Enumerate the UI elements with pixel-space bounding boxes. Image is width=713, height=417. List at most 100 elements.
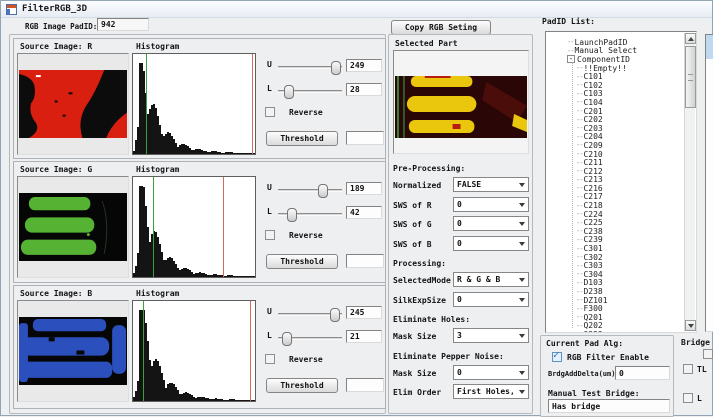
tree-item-label: Q222 <box>583 330 602 333</box>
tree-item[interactable]: -- C301 <box>546 244 680 253</box>
tree-item[interactable]: -- C224 <box>546 210 680 219</box>
upper-slider[interactable] <box>278 189 342 192</box>
rgb-filter-checkbox[interactable] <box>552 352 562 362</box>
upper-value-input[interactable]: 189 <box>346 182 382 195</box>
tree-branch-line: -- <box>576 296 582 304</box>
threshold-result-box[interactable] <box>346 254 384 268</box>
option-dropdown[interactable]: FALSE <box>453 177 529 192</box>
tree-item[interactable]: -- C218 <box>546 201 680 210</box>
tree-collapse-icon[interactable]: - <box>567 55 575 63</box>
tree-scrollbar[interactable] <box>684 33 695 331</box>
tree-item[interactable]: -- C204 <box>546 133 680 142</box>
tree-item[interactable]: -- D103 <box>546 279 680 288</box>
manual-bridge-input[interactable]: Has bridge <box>548 399 670 413</box>
threshold-result-box[interactable] <box>346 131 384 145</box>
option-row: SilkExpSize 0 <box>391 292 531 312</box>
threshold-button[interactable]: Threshold <box>266 254 338 269</box>
lower-value-input[interactable]: 28 <box>346 83 382 96</box>
tree-item[interactable]: -- C101 <box>546 72 680 81</box>
reverse-checkbox[interactable] <box>265 230 275 240</box>
tree-item[interactable]: -- C201 <box>546 107 680 116</box>
tree-item[interactable]: -- C303 <box>546 261 680 270</box>
tree-item[interactable]: -- !!Empty!! <box>546 64 680 73</box>
tree-item[interactable]: -- Q222 <box>546 330 680 333</box>
upper-threshold-marker <box>252 54 253 154</box>
lower-value-input[interactable]: 42 <box>346 206 382 219</box>
bridge-delta-input[interactable]: 0 <box>615 366 670 380</box>
option-value: 3 <box>457 331 462 340</box>
scrollbar-thumb[interactable] <box>685 46 696 108</box>
tree-branch-line: -- <box>576 305 582 313</box>
tree-item[interactable]: -- Q201 <box>546 313 680 322</box>
tree-item[interactable]: -- C103 <box>546 90 680 99</box>
option-dropdown[interactable]: 3 <box>453 328 529 343</box>
tree-item[interactable]: -- F300 <box>546 304 680 313</box>
threshold-button[interactable]: Threshold <box>266 131 338 146</box>
threshold-button[interactable]: Threshold <box>266 378 338 393</box>
upper-slider[interactable] <box>278 313 342 316</box>
reverse-checkbox[interactable] <box>265 107 275 117</box>
tree-item[interactable]: -- DZ101 <box>546 296 680 305</box>
lower-slider-thumb[interactable] <box>284 85 294 99</box>
upper-slider-thumb[interactable] <box>318 184 328 198</box>
upper-value-input[interactable]: 245 <box>346 306 382 319</box>
tree-item[interactable]: -- C239 <box>546 236 680 245</box>
option-dropdown[interactable]: 0 <box>453 292 529 307</box>
tree-item[interactable]: - ComponentID <box>546 55 680 64</box>
lower-slider[interactable] <box>278 213 342 216</box>
lower-value-input[interactable]: 21 <box>346 330 382 343</box>
tree-branch-line: -- <box>576 81 582 89</box>
tree-item[interactable]: -- C216 <box>546 184 680 193</box>
scroll-up-button[interactable] <box>685 33 696 44</box>
tree-item[interactable]: -- C238 <box>546 227 680 236</box>
upper-slider-thumb[interactable] <box>330 308 340 322</box>
lower-slider[interactable] <box>278 337 342 340</box>
tree-branch-line: -- <box>576 288 582 296</box>
option-dropdown[interactable]: 0 <box>453 365 529 380</box>
option-dropdown[interactable]: R & G & B <box>453 272 529 287</box>
tree-item[interactable]: -- C203 <box>546 124 680 133</box>
bridge-extra-checkbox[interactable] <box>703 349 713 359</box>
upper-value-input[interactable]: 249 <box>346 59 382 72</box>
upper-slider[interactable] <box>278 66 342 69</box>
bridge-tl-checkbox[interactable] <box>683 364 693 374</box>
option-label: Mask Size <box>393 332 436 341</box>
tree-item[interactable]: -- C211 <box>546 158 680 167</box>
tree-item[interactable]: -- Q202 <box>546 322 680 331</box>
tree-item[interactable]: -- C102 <box>546 81 680 90</box>
tree-item[interactable]: -- C304 <box>546 270 680 279</box>
pad-id-value[interactable]: 942 <box>97 18 149 31</box>
scroll-down-button[interactable] <box>685 320 696 331</box>
lower-slider[interactable] <box>278 90 342 93</box>
processing-options: Pre-Processing: Normalized FALSE SWS of … <box>391 160 531 404</box>
option-label: SelectedMode <box>393 276 451 285</box>
tree-item[interactable]: -- C104 <box>546 98 680 107</box>
option-value: First Holes, <box>457 387 515 396</box>
lower-slider-thumb[interactable] <box>282 332 292 346</box>
tree-item[interactable]: -- C225 <box>546 218 680 227</box>
option-dropdown[interactable]: First Holes, <box>453 384 529 399</box>
tree-item[interactable]: -- C302 <box>546 253 680 262</box>
tree-item[interactable]: -- LaunchPadID <box>546 38 680 47</box>
copy-rgb-setting-button[interactable]: Copy RGB Seting <box>391 20 491 35</box>
option-dropdown[interactable]: 0 <box>453 216 529 231</box>
lower-slider-thumb[interactable] <box>287 208 297 222</box>
tree-item[interactable]: -- D238 <box>546 287 680 296</box>
option-value: 0 <box>457 200 462 209</box>
upper-slider-thumb[interactable] <box>331 61 341 75</box>
tree-item[interactable]: -- C209 <box>546 141 680 150</box>
tree-item[interactable]: -- C213 <box>546 176 680 185</box>
tree-item[interactable]: -- C217 <box>546 193 680 202</box>
tree-item[interactable]: -- Manual Select <box>546 47 680 56</box>
tree-item[interactable]: -- C210 <box>546 150 680 159</box>
pad-list-tree[interactable]: -- LaunchPadID -- Manual Select - Compon… <box>545 31 697 333</box>
option-value: 0 <box>457 219 462 228</box>
threshold-result-box[interactable] <box>346 378 384 392</box>
option-dropdown[interactable]: 0 <box>453 236 529 251</box>
tree-item[interactable]: -- C212 <box>546 167 680 176</box>
tree-branch-line: -- <box>576 133 582 141</box>
tree-item[interactable]: -- C202 <box>546 115 680 124</box>
bridge-l-checkbox[interactable] <box>683 393 693 403</box>
reverse-checkbox[interactable] <box>265 354 275 364</box>
option-dropdown[interactable]: 0 <box>453 197 529 212</box>
